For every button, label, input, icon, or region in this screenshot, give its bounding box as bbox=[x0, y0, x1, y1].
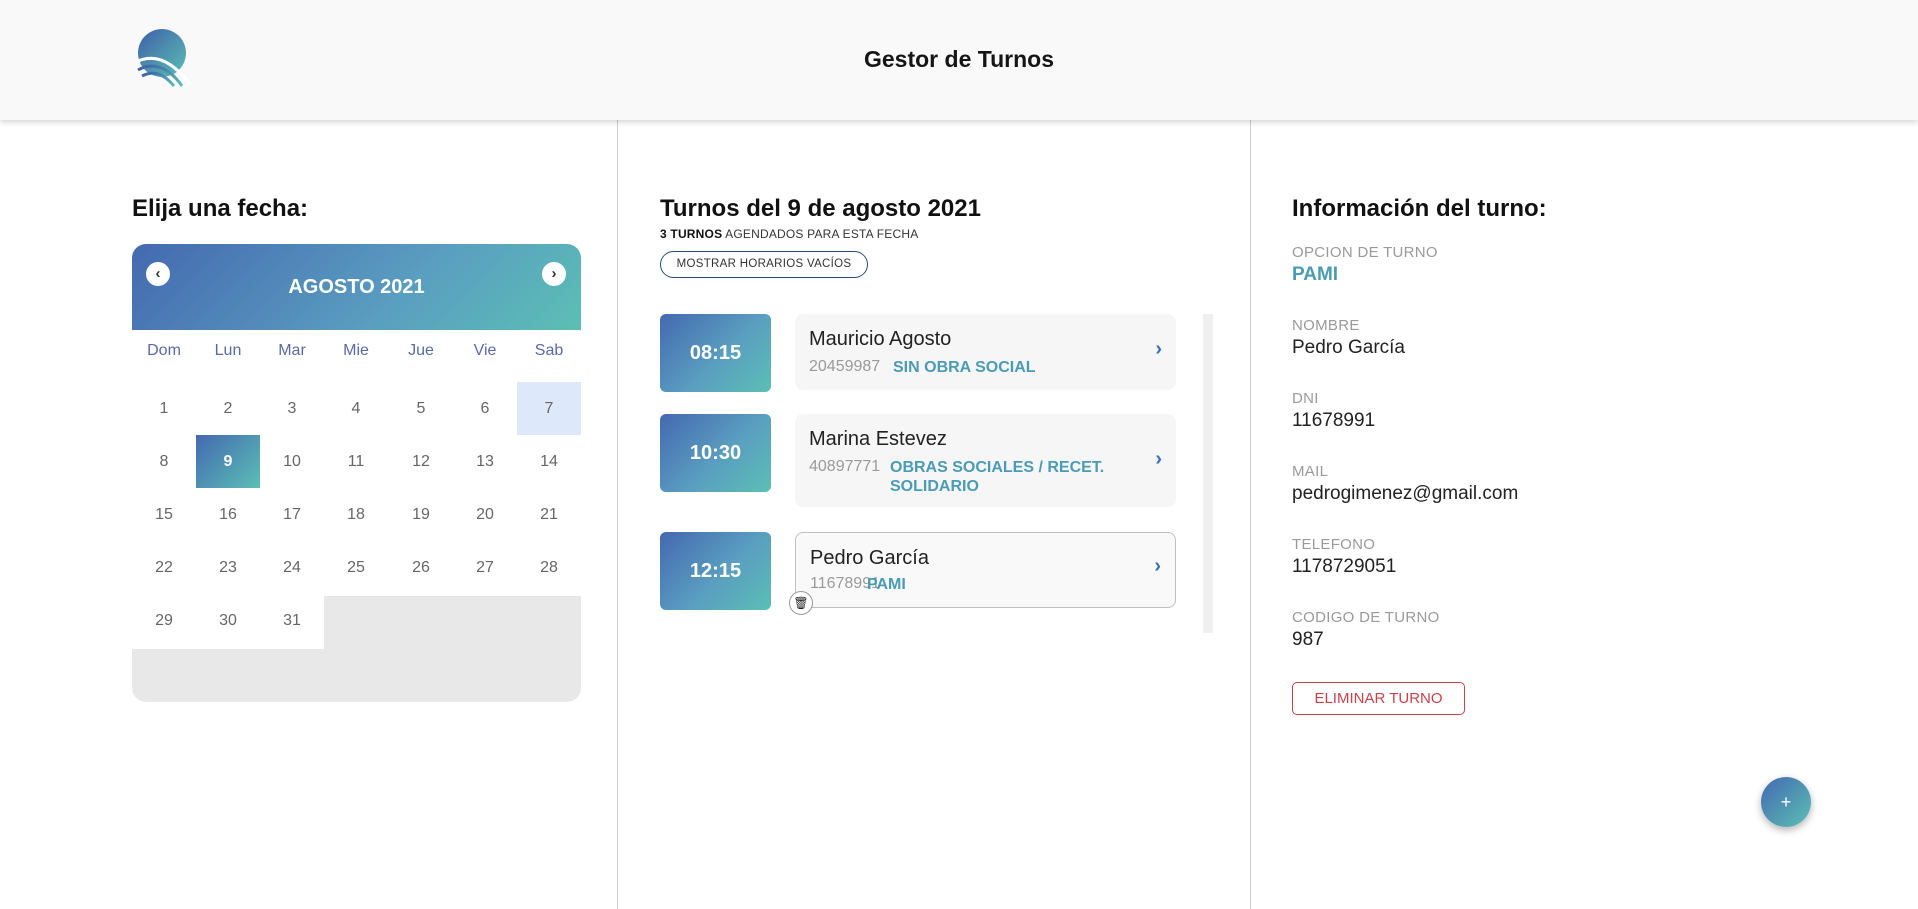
calendar-day[interactable]: 22 bbox=[132, 541, 196, 594]
show-empty-slots-button[interactable]: MOSTRAR HORARIOS VACÍOS bbox=[660, 251, 868, 278]
appointment-plan: SIN OBRA SOCIAL bbox=[893, 359, 1036, 376]
calendar-day[interactable]: 31 bbox=[260, 594, 324, 647]
calendar-day[interactable]: 12 bbox=[389, 435, 453, 488]
calendar-day[interactable]: 25 bbox=[324, 541, 388, 594]
appointment-name: Marina Estevez bbox=[809, 428, 947, 450]
column-divider bbox=[617, 120, 618, 909]
detail-label: OPCION DE TURNO bbox=[1292, 244, 1438, 261]
chevron-right-icon[interactable]: › bbox=[542, 262, 566, 286]
weekday-label: Dom bbox=[147, 342, 181, 359]
weekday-label: Mie bbox=[343, 342, 369, 359]
app-header: Gestor de Turnos bbox=[0, 0, 1918, 120]
add-appointment-button[interactable]: + bbox=[1761, 777, 1811, 827]
detail-value: PAMI bbox=[1292, 264, 1339, 285]
appointments-count-bold: 3 TURNOS bbox=[660, 227, 723, 241]
details-title: Información del turno: bbox=[1292, 195, 1547, 222]
calendar-day[interactable]: 17 bbox=[260, 488, 324, 541]
calendar-day[interactable]: 23 bbox=[196, 541, 260, 594]
appointment-card[interactable]: Mauricio Agosto 20459987 SIN OBRA SOCIAL… bbox=[795, 314, 1176, 390]
calendar-header: ‹ AGOSTO 2021 › bbox=[132, 244, 581, 330]
detail-value: 1178729051 bbox=[1292, 556, 1397, 577]
calendar-day[interactable]: 10 bbox=[260, 435, 324, 488]
calendar-day[interactable]: 26 bbox=[389, 541, 453, 594]
appointment-time[interactable]: 08:15 bbox=[660, 314, 771, 392]
appointments-count: 3 TURNOS AGENDADOS PARA ESTA FECHA bbox=[660, 227, 918, 241]
calendar-day[interactable]: 3 bbox=[260, 382, 324, 435]
detail-value: 987 bbox=[1292, 629, 1324, 650]
calendar-day[interactable]: 4 bbox=[324, 382, 388, 435]
calendar-day[interactable]: 29 bbox=[132, 594, 196, 647]
detail-value: Pedro García bbox=[1292, 337, 1405, 358]
calendar-day[interactable]: 13 bbox=[453, 435, 517, 488]
calendar-day[interactable]: 1 bbox=[132, 382, 196, 435]
calendar: ‹ AGOSTO 2021 › Dom Lun Mar Mie Jue Vie … bbox=[132, 244, 581, 702]
calendar-day[interactable]: 2 bbox=[196, 382, 260, 435]
appointment-name: Pedro García bbox=[810, 547, 929, 569]
detail-value: 11678991 bbox=[1292, 410, 1376, 431]
appointments-scrollbar[interactable] bbox=[1203, 314, 1213, 633]
appointment-name: Mauricio Agosto bbox=[809, 328, 952, 350]
calendar-day[interactable]: 16 bbox=[196, 488, 260, 541]
appointments-count-rest: AGENDADOS PARA ESTA FECHA bbox=[722, 227, 919, 241]
appointment-plan: PAMI bbox=[867, 576, 906, 593]
detail-label: DNI bbox=[1292, 390, 1319, 407]
calendar-day[interactable]: 15 bbox=[132, 488, 196, 541]
calendar-empty-cells bbox=[324, 596, 581, 649]
calendar-day[interactable]: 24 bbox=[260, 541, 324, 594]
calendar-day[interactable]: 14 bbox=[517, 435, 581, 488]
chevron-right-icon[interactable]: › bbox=[1155, 338, 1162, 361]
calendar-day[interactable]: 6 bbox=[453, 382, 517, 435]
appointment-dni: 20459987 bbox=[809, 358, 881, 375]
calendar-day[interactable]: 18 bbox=[324, 488, 388, 541]
app-title: Gestor de Turnos bbox=[864, 46, 1054, 72]
appointment-card-selected[interactable]: Pedro García 11678991 PAMI › bbox=[795, 532, 1176, 608]
weekday-label: Sab bbox=[534, 342, 564, 359]
weekday-label: Vie bbox=[473, 342, 497, 359]
appointment-plan: OBRAS SOCIALES / RECET. SOLIDARIO bbox=[890, 459, 1105, 495]
appointment-dni: 40897771 bbox=[809, 458, 881, 475]
calendar-section-title: Elija una fecha: bbox=[132, 195, 309, 222]
appointment-time[interactable]: 12:15 bbox=[660, 532, 771, 610]
calendar-day[interactable]: 8 bbox=[132, 435, 196, 488]
calendar-day[interactable]: 21 bbox=[517, 488, 581, 541]
calendar-day[interactable]: 28 bbox=[517, 541, 581, 594]
appointments-title: Turnos del 9 de agosto 2021 bbox=[660, 195, 981, 222]
delete-appointment-button[interactable]: ELIMINAR TURNO bbox=[1292, 682, 1465, 715]
weekday-label: Lun bbox=[214, 342, 242, 359]
calendar-day[interactable]: 20 bbox=[453, 488, 517, 541]
weekday-label: Mar bbox=[278, 342, 306, 359]
chevron-right-icon[interactable]: › bbox=[1154, 555, 1161, 578]
calendar-month-label: AGOSTO 2021 bbox=[288, 276, 425, 298]
weekday-label: Jue bbox=[408, 342, 434, 359]
chevron-right-icon[interactable]: › bbox=[1155, 448, 1162, 471]
calendar-day[interactable]: 30 bbox=[196, 594, 260, 647]
column-divider bbox=[1250, 120, 1251, 909]
calendar-empty-row bbox=[132, 649, 581, 702]
appointment-card[interactable]: Marina Estevez 40897771 OBRAS SOCIALES /… bbox=[795, 414, 1176, 507]
detail-label: CODIGO DE TURNO bbox=[1292, 609, 1440, 626]
detail-label: TELEFONO bbox=[1292, 536, 1376, 553]
appointment-time[interactable]: 10:30 bbox=[660, 414, 771, 492]
calendar-day[interactable]: 5 bbox=[389, 382, 453, 435]
calendar-day[interactable]: 27 bbox=[453, 541, 517, 594]
trash-icon[interactable]: 🗑 bbox=[789, 591, 813, 615]
calendar-day[interactable]: 19 bbox=[389, 488, 453, 541]
detail-label: MAIL bbox=[1292, 463, 1329, 480]
calendar-day-selected[interactable]: 9 bbox=[196, 435, 260, 488]
detail-label: NOMBRE bbox=[1292, 317, 1360, 334]
calendar-day[interactable]: 7 bbox=[517, 382, 581, 435]
calendar-day[interactable]: 11 bbox=[324, 435, 388, 488]
detail-value: pedrogimenez@gmail.com bbox=[1292, 483, 1519, 504]
